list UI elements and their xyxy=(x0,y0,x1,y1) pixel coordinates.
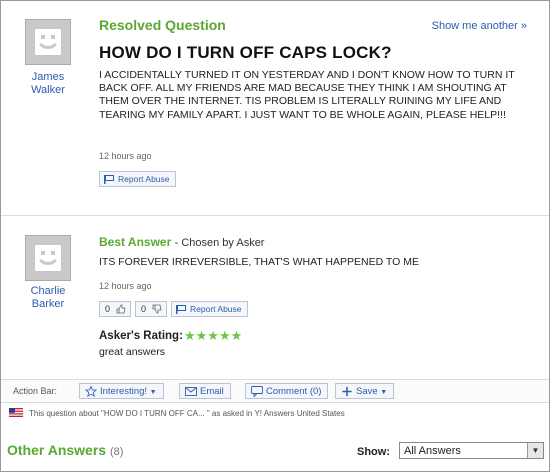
save-label: Save xyxy=(356,386,378,397)
best-answer-heading: Best Answer - Chosen by Asker xyxy=(99,235,264,249)
plus-icon xyxy=(342,386,352,397)
resolved-status: Resolved Question xyxy=(99,17,226,33)
page-frame: James Walker Resolved Question Show me a… xyxy=(0,0,550,472)
thumbs-down-button[interactable]: 0 xyxy=(135,301,167,317)
question-origin-info: This question about "HOW DO I TURN OFF C… xyxy=(9,408,345,418)
answerer-name[interactable]: Charlie Barker xyxy=(15,285,81,311)
show-filter-label: Show: xyxy=(357,446,390,458)
comment-button[interactable]: Comment (0) xyxy=(245,383,329,399)
report-abuse-label: Report Abuse xyxy=(118,174,170,184)
us-flag-icon xyxy=(9,408,23,417)
chevron-down-icon: ▼ xyxy=(380,389,388,396)
question-title: HOW DO I TURN OFF CAPS LOCK? xyxy=(99,43,392,62)
email-label: Email xyxy=(200,386,224,397)
interesting-label: Interesting! xyxy=(100,386,147,397)
default-avatar-icon xyxy=(35,29,61,55)
rating-comment: great answers xyxy=(99,346,165,358)
star-icon xyxy=(85,386,97,397)
flag-icon xyxy=(176,305,186,314)
question-timestamp: 12 hours ago xyxy=(99,151,152,161)
asker-name[interactable]: James Walker xyxy=(15,71,81,97)
action-bar-label: Action Bar: xyxy=(13,386,58,396)
report-abuse-label: Report Abuse xyxy=(190,304,242,314)
origin-text: This question about "HOW DO I TURN OFF C… xyxy=(29,409,345,418)
thumbs-up-button[interactable]: 0 xyxy=(99,301,131,317)
other-answers-count: (8) xyxy=(109,446,124,458)
answerer-avatar[interactable] xyxy=(25,235,71,281)
comment-label: Comment (0) xyxy=(266,386,322,397)
other-answers-heading: Other Answers (8) xyxy=(7,442,123,458)
flag-icon xyxy=(104,175,114,184)
thumbs-up-count: 0 xyxy=(105,304,111,314)
rating-stars: ★★★★★ xyxy=(184,328,243,343)
chosen-by-text: - Chosen by Asker xyxy=(174,237,265,249)
show-filter-select[interactable]: All Answers ▼ xyxy=(399,442,544,459)
asker-avatar[interactable] xyxy=(25,19,71,65)
section-divider xyxy=(1,215,549,216)
answer-report-abuse-button[interactable]: Report Abuse xyxy=(171,301,248,317)
best-answer-body: ITS FOREVER IRREVERSIBLE, THAT'S WHAT HA… xyxy=(99,256,419,268)
email-button[interactable]: Email xyxy=(179,383,231,399)
question-body: I ACCIDENTALLY TURNED IT ON YESTERDAY AN… xyxy=(99,69,515,121)
default-avatar-icon xyxy=(35,245,61,271)
action-bar: Action Bar: Interesting! ▼ Email Comment… xyxy=(1,379,549,403)
thumbs-down-count: 0 xyxy=(141,304,147,314)
save-button[interactable]: Save ▼ xyxy=(335,383,395,399)
chevron-down-icon: ▼ xyxy=(149,389,157,396)
show-another-link[interactable]: Show me another » xyxy=(432,20,527,32)
envelope-icon xyxy=(185,387,197,396)
show-filter-value: All Answers xyxy=(404,445,461,457)
comment-icon xyxy=(251,386,263,397)
chevron-down-icon[interactable]: ▼ xyxy=(527,443,543,458)
thumbs-down-icon xyxy=(152,304,162,314)
best-answer-label: Best Answer xyxy=(99,235,172,249)
thumbs-up-icon xyxy=(116,304,126,314)
interesting-button[interactable]: Interesting! ▼ xyxy=(79,383,164,399)
answer-timestamp: 12 hours ago xyxy=(99,281,152,291)
other-answers-label: Other Answers xyxy=(7,442,107,458)
question-report-abuse-button[interactable]: Report Abuse xyxy=(99,171,176,187)
askers-rating-label: Asker's Rating: xyxy=(99,330,183,342)
